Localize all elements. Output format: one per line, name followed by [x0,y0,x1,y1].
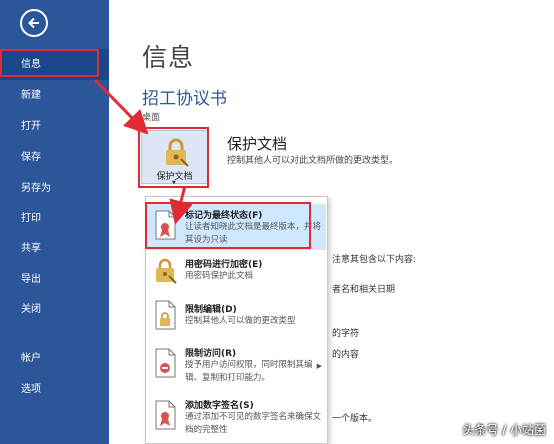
annotation-arrow [169,185,193,225]
watermark: 头条号 / 小站菌 [462,423,546,437]
annotation-arrow [93,78,149,135]
annotation-arrows [93,78,193,225]
